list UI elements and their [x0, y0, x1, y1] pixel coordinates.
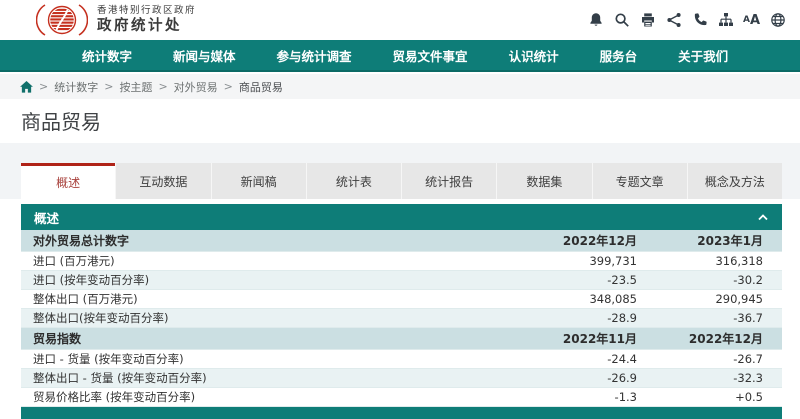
tab-concepts-methods[interactable]: 概念及方法	[687, 163, 782, 199]
row-label: 整体出口 - 货量 (按年变动百分率)	[33, 370, 507, 386]
group-header-col2: 2023年1月	[637, 232, 763, 249]
row-label: 进口 - 货量 (按年变动百分率)	[33, 351, 507, 367]
tab-datasets[interactable]: 数据集	[496, 163, 591, 199]
table-row: 贸易价格比率 (按年变动百分率)-1.3+0.5	[21, 388, 782, 407]
row-value-col1: 399,731	[507, 254, 637, 268]
breadcrumb-link[interactable]: 按主题	[119, 79, 152, 95]
row-value-col2: +0.5	[637, 390, 763, 404]
table-row: 进口 (百万港元)399,731316,318	[21, 252, 782, 271]
breadcrumb-separator: >	[104, 80, 113, 93]
row-value-col2: -32.3	[637, 371, 763, 385]
row-value-col1: -23.5	[507, 273, 637, 287]
group-header-col2: 2022年12月	[637, 330, 763, 347]
nav-item-news-media[interactable]: 新闻与媒体	[173, 46, 236, 65]
sitemap-icon[interactable]	[716, 11, 735, 30]
row-value-col1: -26.9	[507, 371, 637, 385]
csd-logo[interactable]: 香港特别行政区政府 政府统计处	[36, 2, 196, 38]
globe-icon[interactable]	[768, 11, 787, 30]
row-label: 整体出口 (百万港元)	[33, 291, 507, 307]
table-row: 整体出口 (百万港元)348,085290,945	[21, 290, 782, 309]
nav-item-service-desk[interactable]: 服务台	[600, 46, 638, 65]
table-row: 进口 - 货量 (按年变动百分率)-24.4-26.7	[21, 350, 782, 369]
tab-bar: 概述互动数据新闻稿统计表统计报告数据集专题文章概念及方法	[21, 163, 782, 199]
tab-feature-articles[interactable]: 专题文章	[592, 163, 687, 199]
csd-logo-icon	[36, 2, 88, 38]
row-value-col1: -24.4	[507, 352, 637, 366]
group-header-col1: 2022年12月	[507, 232, 637, 249]
table-row: 进口 (按年变动百分率)-23.5-30.2	[21, 271, 782, 290]
bell-icon[interactable]	[586, 11, 605, 30]
breadcrumb-link[interactable]: 对外贸易	[174, 79, 218, 95]
row-label: 进口 (百万港元)	[33, 253, 507, 269]
row-label: 整体出口(按年变动百分率)	[33, 310, 507, 326]
table-group-header: 对外贸易总计数字2022年12月2023年1月	[21, 230, 782, 252]
nav-item-know-statistics[interactable]: 认识统计	[509, 46, 559, 65]
top-header-bar: 香港特别行政区政府 政府统计处 AA	[0, 0, 800, 40]
row-value-col2: -36.7	[637, 311, 763, 325]
tab-statistical-tables[interactable]: 统计表	[306, 163, 401, 199]
org-name-small: 香港特别行政区政府	[97, 5, 196, 17]
nav-item-survey-participation[interactable]: 参与统计调查	[277, 46, 352, 65]
row-label: 贸易价格比率 (按年变动百分率)	[33, 389, 507, 405]
row-value-col2: 290,945	[637, 292, 763, 306]
table-row: 整体出口 - 货量 (按年变动百分率)-26.9-32.3	[21, 369, 782, 388]
breadcrumb-link[interactable]: 统计数字	[54, 79, 98, 95]
font-size-icon[interactable]: AA	[742, 11, 761, 30]
tab-overview[interactable]: 概述	[21, 163, 115, 199]
tab-interactive-data[interactable]: 互动数据	[115, 163, 210, 199]
org-name: 香港特别行政区政府 政府统计处	[97, 5, 196, 35]
row-value-col2: -26.7	[637, 352, 763, 366]
row-value-col2: -30.2	[637, 273, 763, 287]
section-title: 概述	[34, 208, 59, 227]
group-header-label: 贸易指数	[33, 330, 507, 347]
row-value-col2: 316,318	[637, 254, 763, 268]
breadcrumb-current: 商品贸易	[239, 79, 283, 95]
row-value-col1: 348,085	[507, 292, 637, 306]
share-icon[interactable]	[664, 11, 683, 30]
nav-item-statistics[interactable]: 统计数字	[82, 46, 132, 65]
breadcrumb-separator: >	[224, 80, 233, 93]
nav-item-about-us[interactable]: 关于我们	[678, 46, 728, 65]
tab-statistical-reports[interactable]: 统计报告	[401, 163, 496, 199]
phone-icon[interactable]	[690, 11, 709, 30]
utility-icon-bar: AA	[586, 11, 787, 30]
page-title: 商品贸易	[21, 106, 101, 135]
chevron-up-icon[interactable]	[757, 213, 769, 222]
row-value-col1: -28.9	[507, 311, 637, 325]
table-row: 整体出口(按年变动百分率)-28.9-36.7	[21, 309, 782, 328]
print-icon[interactable]	[638, 11, 657, 30]
row-value-col1: -1.3	[507, 390, 637, 404]
breadcrumb-separator: >	[158, 80, 167, 93]
table-group-header: 贸易指数2022年11月2022年12月	[21, 328, 782, 350]
home-icon[interactable]	[20, 81, 33, 93]
org-name-large: 政府统计处	[97, 17, 196, 35]
breadcrumb: > 统计数字 > 按主题 > 对外贸易 > 商品贸易	[0, 74, 800, 99]
trade-statistics-table: 对外贸易总计数字2022年12月2023年1月进口 (百万港元)399,7313…	[21, 230, 782, 407]
group-header-col1: 2022年11月	[507, 330, 637, 347]
group-header-label: 对外贸易总计数字	[33, 232, 507, 249]
row-label: 进口 (按年变动百分率)	[33, 272, 507, 288]
search-icon[interactable]	[612, 11, 631, 30]
section-header-overview[interactable]: 概述	[21, 204, 782, 230]
tab-press-releases[interactable]: 新闻稿	[211, 163, 306, 199]
main-navigation: 统计数字 新闻与媒体 参与统计调查 贸易文件事宜 认识统计 服务台 关于我们	[0, 40, 800, 72]
nav-item-trade-documents[interactable]: 贸易文件事宜	[393, 46, 468, 65]
breadcrumb-separator: >	[39, 80, 48, 93]
next-section-header-bar[interactable]	[21, 407, 782, 419]
